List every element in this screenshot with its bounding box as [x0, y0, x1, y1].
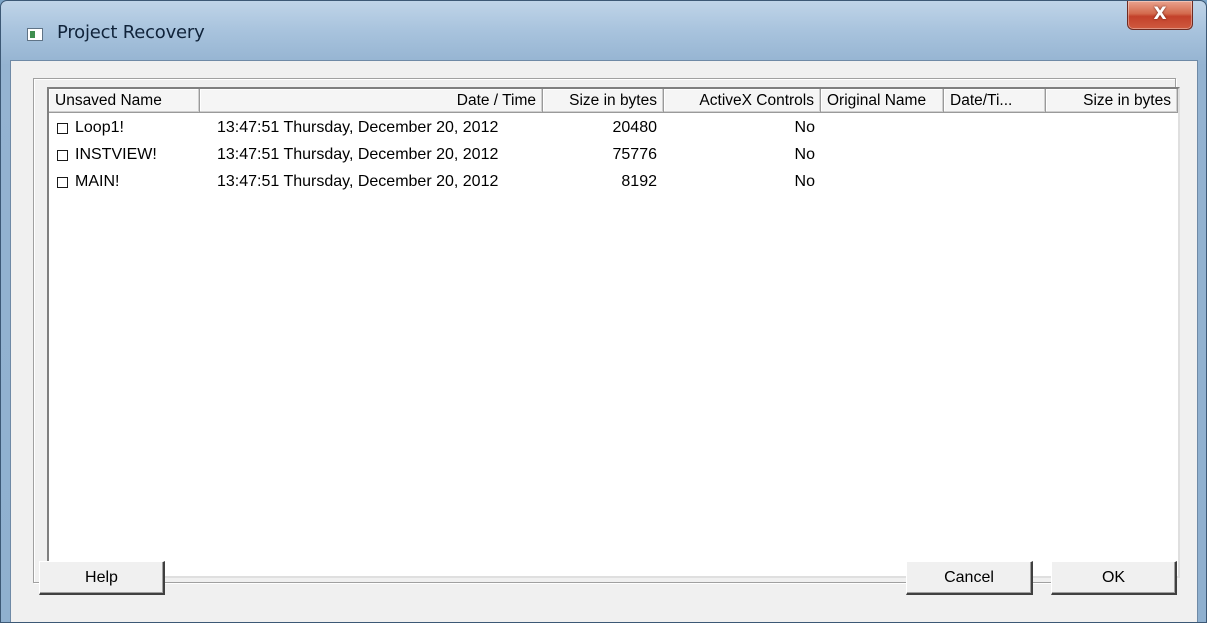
row-checkbox[interactable] — [57, 150, 68, 161]
activex-cell: No — [794, 146, 815, 163]
column-header-unsaved-name[interactable]: Unsaved Name — [49, 89, 200, 113]
row-checkbox[interactable] — [57, 123, 68, 134]
close-button[interactable]: X — [1127, 1, 1193, 30]
column-header-size-in-bytes[interactable]: Size in bytes — [543, 89, 664, 113]
activex-cell: No — [794, 173, 815, 190]
help-button[interactable]: Help — [39, 561, 165, 595]
window-app-icon — [27, 28, 43, 41]
column-header-size-in-bytes-2[interactable]: Size in bytes — [1046, 89, 1178, 113]
column-header-date-time[interactable]: Date / Time — [200, 89, 543, 113]
title-bar[interactable]: Project Recovery X — [1, 1, 1206, 61]
list-body: Loop1! 13:47:51 Thursday, December 20, 2… — [49, 116, 1178, 197]
list-row[interactable]: MAIN! 13:47:51 Thursday, December 20, 20… — [49, 170, 1178, 197]
list-row[interactable]: INSTVIEW! 13:47:51 Thursday, December 20… — [49, 143, 1178, 170]
unsaved-name-cell: INSTVIEW! — [75, 146, 157, 163]
date-time-cell: 13:47:51 Thursday, December 20, 2012 — [217, 119, 499, 136]
dialog-client-area: Unsaved Name Date / Time Size in bytes A… — [10, 60, 1198, 622]
window-title: Project Recovery — [57, 22, 205, 43]
ok-button[interactable]: OK — [1051, 561, 1177, 595]
recovery-list-view[interactable]: Unsaved Name Date / Time Size in bytes A… — [47, 87, 1180, 578]
column-header-date-time-2[interactable]: Date/Ti... — [944, 89, 1046, 113]
list-row[interactable]: Loop1! 13:47:51 Thursday, December 20, 2… — [49, 116, 1178, 143]
date-time-cell: 13:47:51 Thursday, December 20, 2012 — [217, 146, 499, 163]
size-cell: 8192 — [621, 173, 657, 190]
column-header-original-name[interactable]: Original Name — [821, 89, 944, 113]
project-recovery-dialog: Project Recovery X Unsaved Name Date / T… — [0, 0, 1207, 623]
column-header-activex-controls[interactable]: ActiveX Controls — [664, 89, 821, 113]
size-cell: 20480 — [612, 119, 658, 136]
size-cell: 75776 — [612, 146, 658, 163]
cancel-button[interactable]: Cancel — [906, 561, 1033, 595]
activex-cell: No — [794, 119, 815, 136]
date-time-cell: 13:47:51 Thursday, December 20, 2012 — [217, 173, 499, 190]
unsaved-name-cell: MAIN! — [75, 173, 120, 190]
row-checkbox[interactable] — [57, 177, 68, 188]
list-header: Unsaved Name Date / Time Size in bytes A… — [49, 89, 1178, 114]
unsaved-name-cell: Loop1! — [75, 119, 124, 136]
